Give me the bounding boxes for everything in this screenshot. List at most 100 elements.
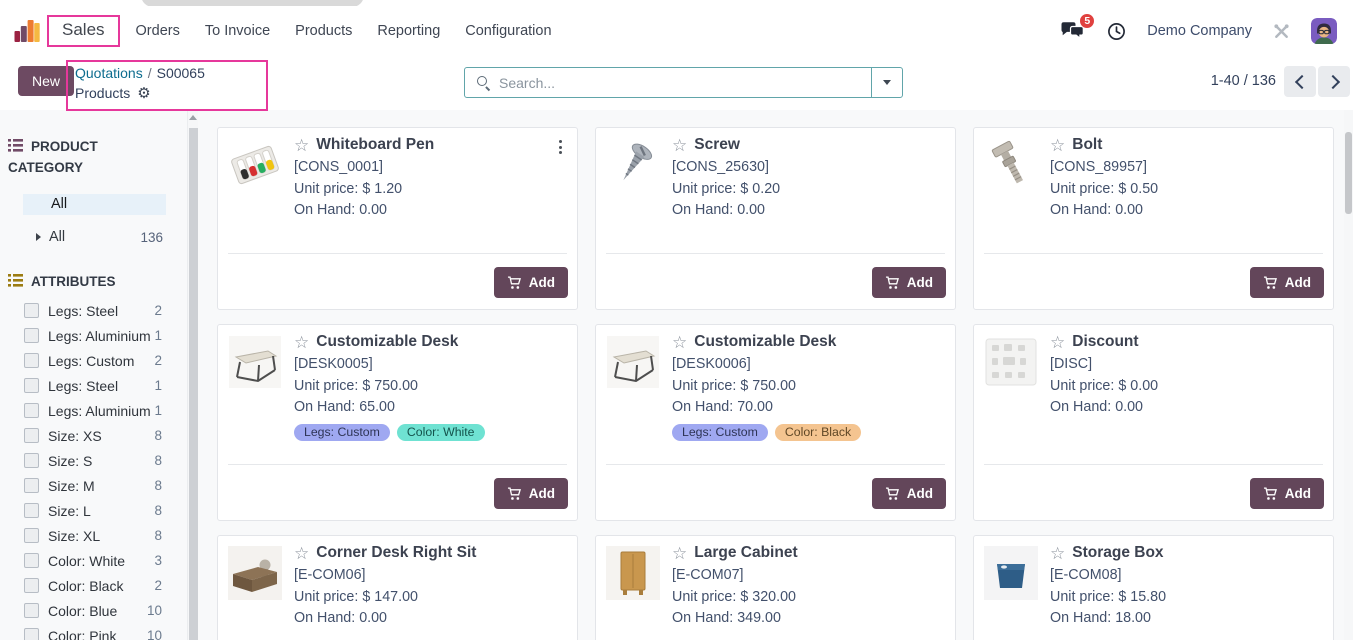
search-bar: [464, 67, 903, 98]
checkbox[interactable]: [24, 428, 39, 443]
attribute-filter[interactable]: Size: M8: [0, 473, 186, 498]
activities-clock-icon[interactable]: [1107, 22, 1126, 41]
control-bar: New Quotations/S00065 Products ⚙ 1-40 / …: [0, 56, 1353, 110]
attribute-filter[interactable]: Size: L8: [0, 498, 186, 523]
attribute-filter[interactable]: Color: Blue10: [0, 598, 186, 623]
checkbox[interactable]: [24, 303, 39, 318]
company-name[interactable]: Demo Company: [1147, 23, 1252, 39]
section-title: ATTRIBUTES: [31, 274, 116, 289]
view-settings-gear-icon[interactable]: ⚙: [137, 86, 150, 101]
messages-icon[interactable]: 5: [1060, 21, 1086, 41]
product-unit-price: Unit price: $ 750.00: [294, 376, 549, 398]
attribute-filter[interactable]: Size: XS8: [0, 423, 186, 448]
product-card: ☆Large Cabinet [E-COM07] Unit price: $ 3…: [595, 535, 956, 640]
product-code: [DESK0006]: [672, 354, 927, 376]
favorite-star-icon[interactable]: ☆: [672, 545, 687, 562]
pager-next-button[interactable]: [1318, 66, 1350, 97]
cart-icon: [507, 487, 522, 501]
app-name[interactable]: Sales: [62, 20, 105, 39]
add-to-order-button[interactable]: Add: [494, 267, 568, 298]
product-category-section-header: PRODUCT CATEGORY: [0, 136, 186, 178]
favorite-star-icon[interactable]: ☆: [294, 137, 309, 154]
category-tree-item[interactable]: All 136: [36, 229, 163, 245]
attribute-filter[interactable]: Color: Black2: [0, 573, 186, 598]
attribute-filter[interactable]: Legs: Custom2: [0, 348, 186, 373]
add-to-order-button[interactable]: Add: [872, 267, 946, 298]
user-avatar[interactable]: [1311, 18, 1337, 44]
checkbox[interactable]: [24, 553, 39, 568]
corner-desk-image: [228, 546, 282, 600]
attribute-filter[interactable]: Legs: Aluminium1: [0, 323, 186, 348]
pager-range[interactable]: 1-40 / 136: [1211, 66, 1276, 97]
debug-tools-icon[interactable]: [1273, 23, 1290, 40]
add-to-order-button[interactable]: Add: [494, 478, 568, 509]
search-input[interactable]: [490, 75, 871, 91]
product-code: [E-COM08]: [1050, 565, 1305, 587]
add-to-order-button[interactable]: Add: [1250, 478, 1324, 509]
checkbox[interactable]: [24, 403, 39, 418]
product-unit-price: Unit price: $ 147.00: [294, 587, 549, 609]
checkbox[interactable]: [24, 478, 39, 493]
attribute-filter[interactable]: Legs: Steel1: [0, 373, 186, 398]
attribute-filter[interactable]: Size: XL8: [0, 523, 186, 548]
product-name: Whiteboard Pen: [316, 136, 434, 154]
sales-app-screen: Sales Orders To Invoice Products Reporti…: [0, 0, 1353, 640]
customizable-desk-image: [606, 335, 660, 389]
menu-item-reporting[interactable]: Reporting: [377, 23, 440, 39]
attribute-filter[interactable]: Color: Pink10: [0, 623, 186, 640]
product-unit-price: Unit price: $ 0.20: [672, 179, 927, 201]
checkbox[interactable]: [24, 603, 39, 618]
page-scrollbar-thumb[interactable]: [1345, 132, 1352, 214]
pager-previous-button[interactable]: [1284, 66, 1316, 97]
product-unit-price: Unit price: $ 0.50: [1050, 179, 1305, 201]
checkbox[interactable]: [24, 353, 39, 368]
attribute-filter[interactable]: Size: S8: [0, 448, 186, 473]
product-name: Storage Box: [1072, 544, 1163, 562]
customizable-desk-image: [228, 335, 282, 389]
attribute-filter[interactable]: Legs: Aluminium1: [0, 398, 186, 423]
page-scrollbar[interactable]: [1344, 110, 1353, 640]
product-on-hand: On Hand: 70.00: [672, 397, 927, 419]
favorite-star-icon[interactable]: ☆: [294, 334, 309, 351]
product-name: Discount: [1072, 333, 1138, 351]
attribute-filter[interactable]: Legs: Steel2: [0, 298, 186, 323]
menu-item-orders[interactable]: Orders: [136, 23, 180, 39]
breadcrumb-quotations-link[interactable]: Quotations: [75, 65, 143, 81]
favorite-star-icon[interactable]: ☆: [672, 334, 687, 351]
category-label: All: [49, 229, 140, 245]
product-unit-price: Unit price: $ 320.00: [672, 587, 927, 609]
breadcrumb-current-order[interactable]: S00065: [157, 65, 205, 81]
checkbox[interactable]: [24, 628, 39, 640]
favorite-star-icon[interactable]: ☆: [1050, 545, 1065, 562]
favorite-star-icon[interactable]: ☆: [1050, 137, 1065, 154]
search-options-toggle[interactable]: [871, 68, 902, 97]
scroll-up-arrow-icon[interactable]: [189, 115, 197, 120]
product-code: [CONS_0001]: [294, 157, 549, 179]
caret-right-icon[interactable]: [36, 233, 41, 241]
checkbox[interactable]: [24, 578, 39, 593]
add-to-order-button[interactable]: Add: [872, 478, 946, 509]
attribute-filter[interactable]: Color: White3: [0, 548, 186, 573]
menu-item-configuration[interactable]: Configuration: [465, 23, 551, 39]
menu-item-to-invoice[interactable]: To Invoice: [205, 23, 270, 39]
checkbox[interactable]: [24, 503, 39, 518]
favorite-star-icon[interactable]: ☆: [294, 545, 309, 562]
variant-tags: Legs: Custom Color: Black: [672, 424, 927, 441]
checkbox[interactable]: [24, 453, 39, 468]
add-to-order-button[interactable]: Add: [1250, 267, 1324, 298]
product-on-hand: On Hand: 0.00: [294, 200, 549, 222]
favorite-star-icon[interactable]: ☆: [672, 137, 687, 154]
checkbox[interactable]: [24, 328, 39, 343]
divider: [984, 464, 1323, 465]
odoo-apps-logo-icon[interactable]: [14, 18, 40, 44]
sidebar-scrollbar[interactable]: [187, 110, 198, 640]
checkbox[interactable]: [24, 528, 39, 543]
caret-down-icon: [883, 80, 891, 85]
card-options-kebab-icon[interactable]: [557, 138, 564, 156]
favorite-star-icon[interactable]: ☆: [1050, 334, 1065, 351]
sidebar-scrollbar-thumb[interactable]: [189, 128, 198, 640]
cart-icon: [507, 276, 522, 290]
checkbox[interactable]: [24, 378, 39, 393]
menu-item-products[interactable]: Products: [295, 23, 352, 39]
category-filter-all-selected[interactable]: All: [23, 194, 166, 215]
